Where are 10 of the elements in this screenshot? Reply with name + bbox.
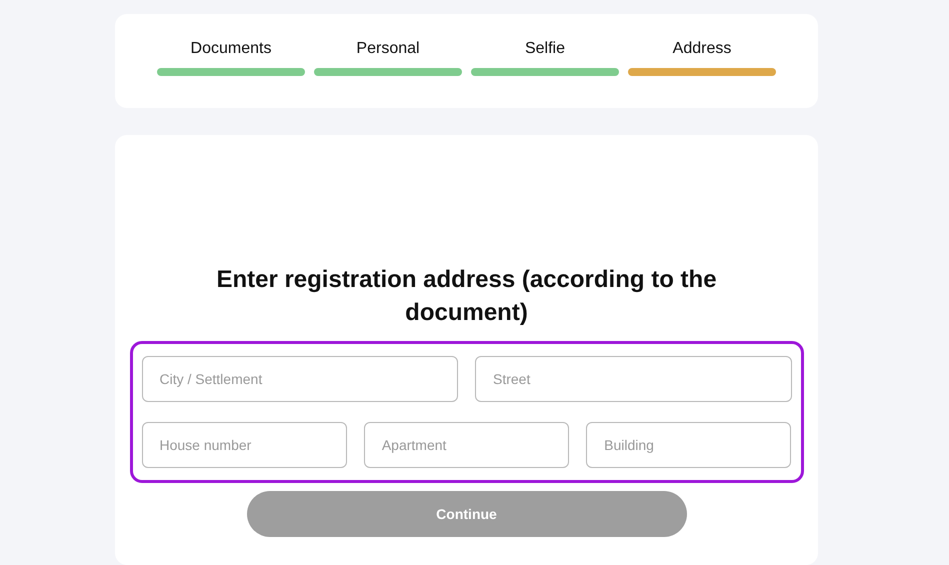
input-field[interactable]: House number (142, 422, 347, 468)
input-field[interactable]: Building (586, 422, 792, 468)
step-label: Personal (356, 40, 420, 58)
form-heading: Enter registration address (according to the document) (215, 265, 718, 328)
step-label: Selfie (524, 40, 566, 58)
step-label: Documents (190, 40, 272, 58)
input-field[interactable]: City / Settlement (142, 356, 458, 402)
input-field[interactable]: Street (475, 356, 792, 402)
input-field[interactable]: Apartment (364, 422, 570, 468)
step-label: Address (672, 40, 732, 58)
